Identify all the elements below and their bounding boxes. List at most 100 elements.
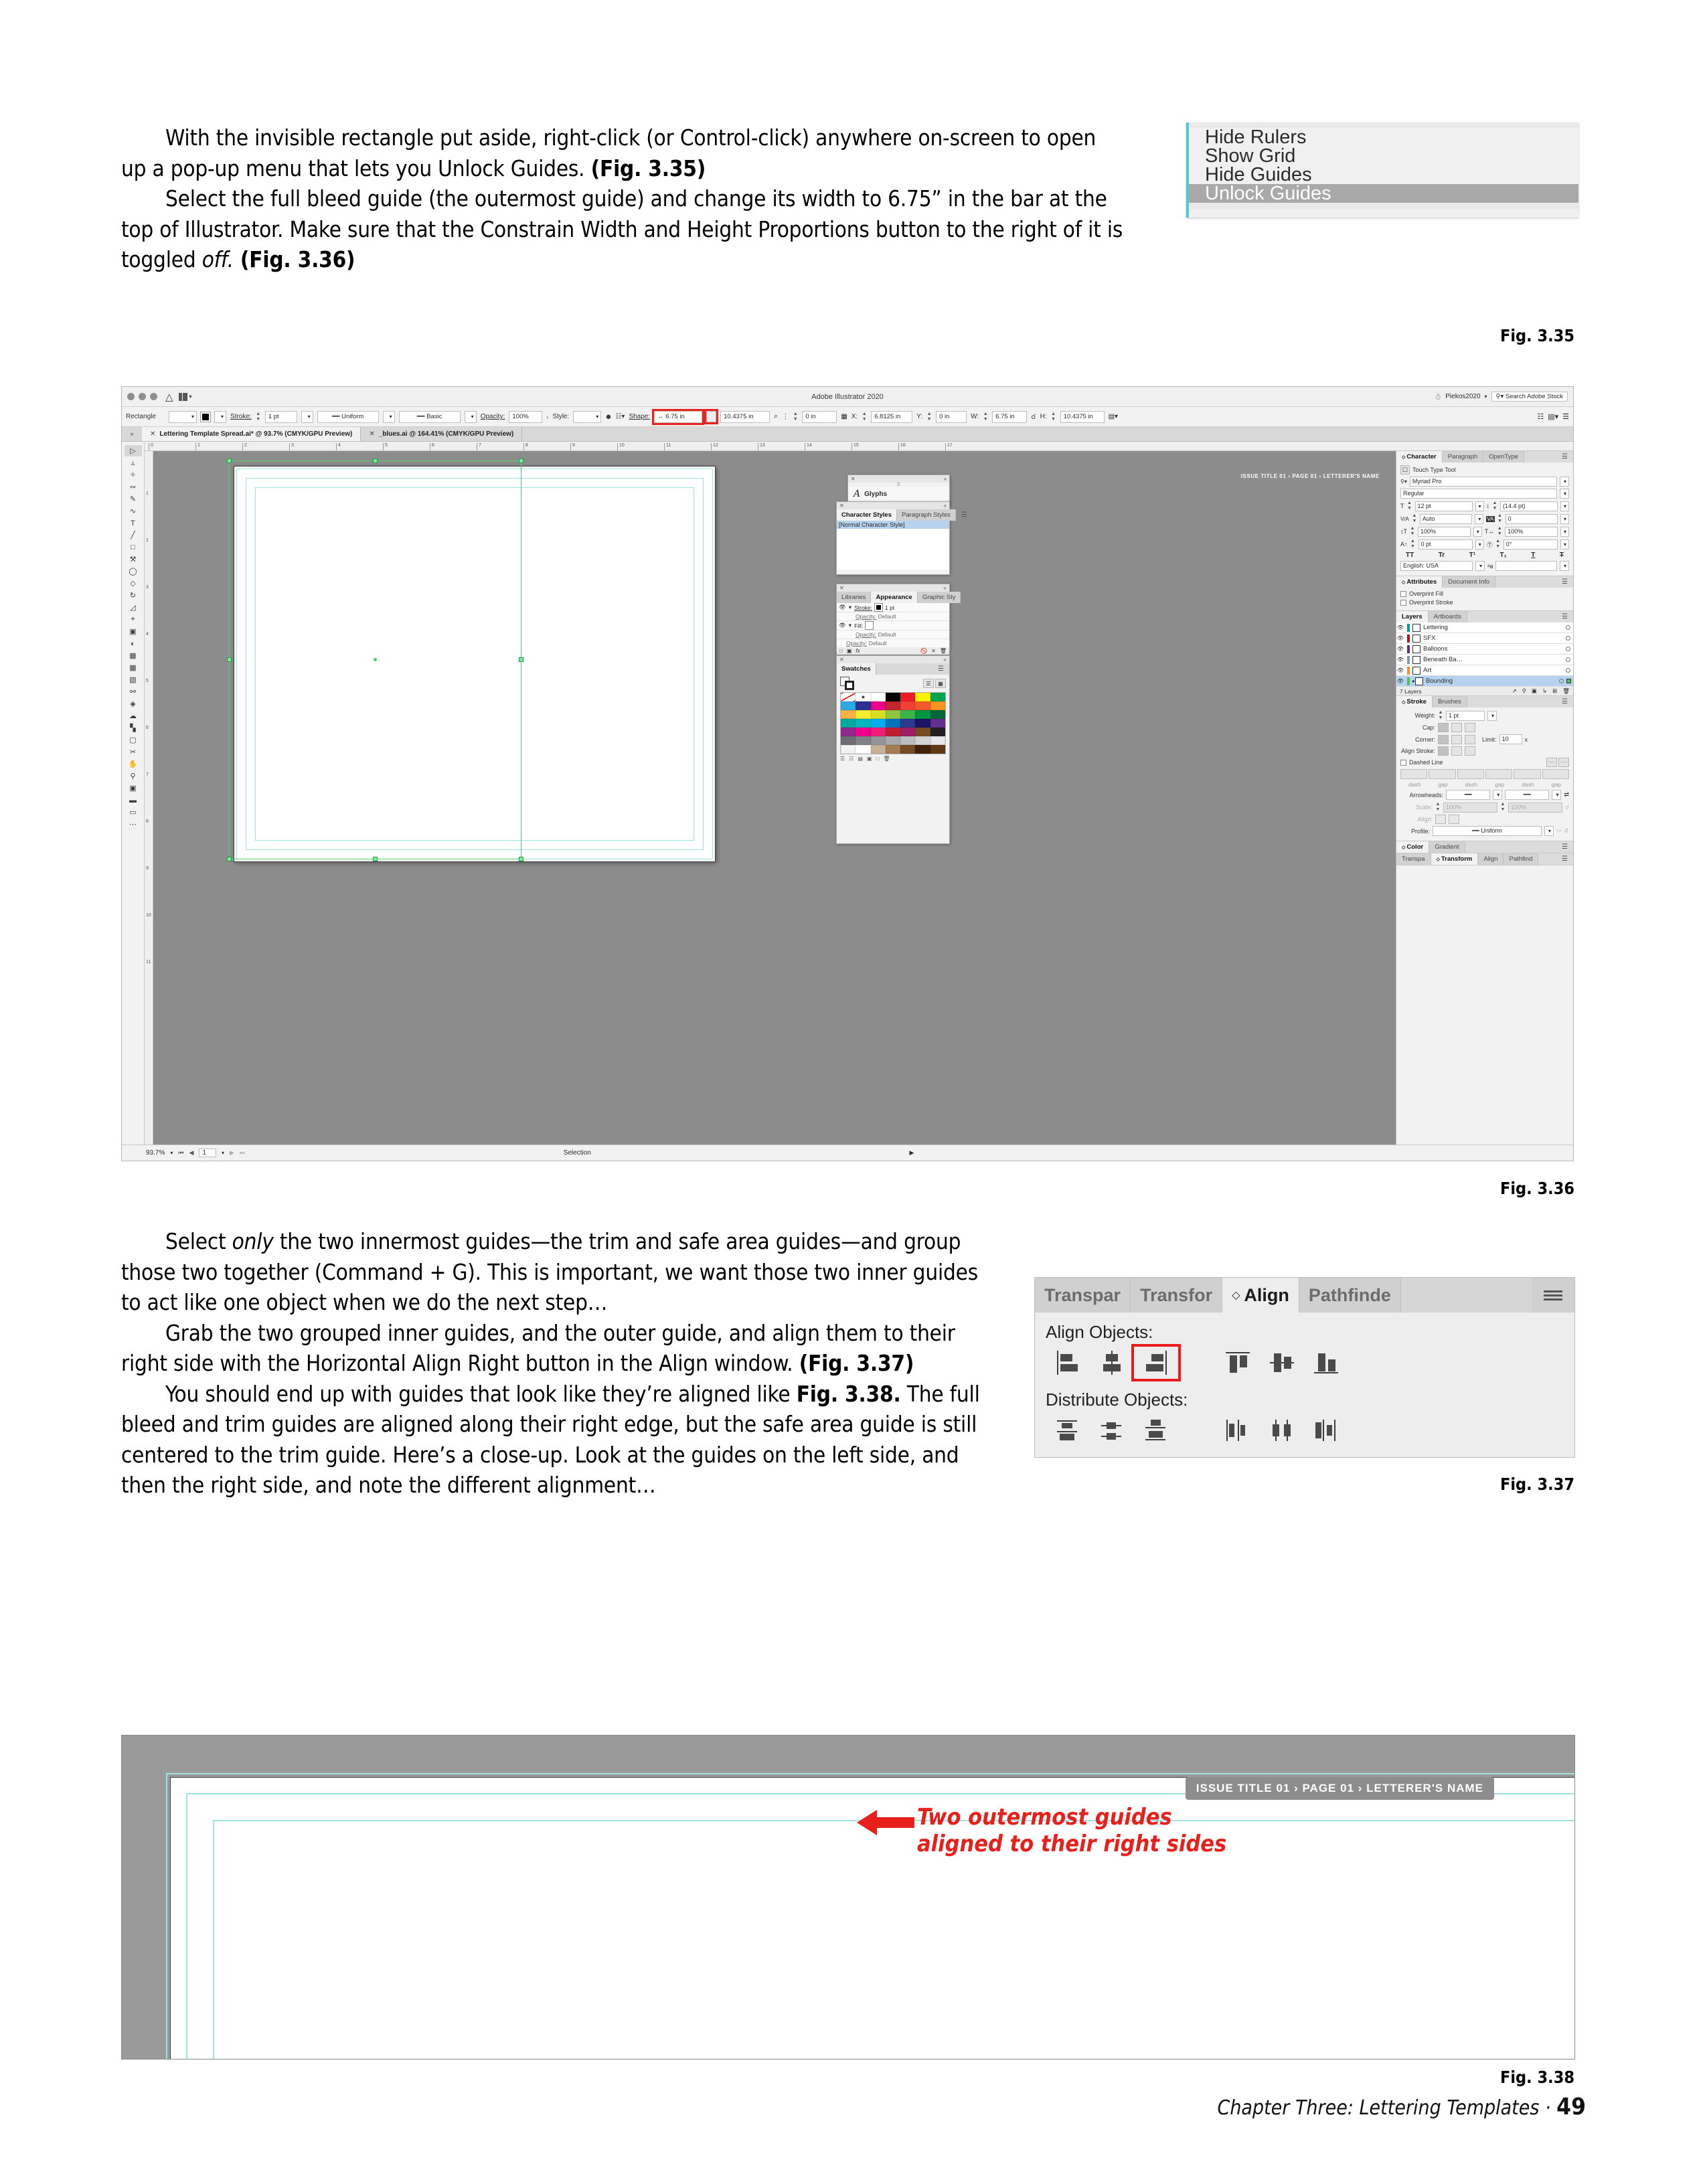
small-caps-button[interactable]: Tr — [1439, 552, 1445, 559]
close-icon[interactable]: ✕ — [150, 430, 155, 438]
blend-tool[interactable]: ◈ — [125, 698, 142, 709]
eye-icon[interactable]: 👁 — [839, 622, 846, 629]
stroke-color-swatch[interactable] — [874, 603, 884, 612]
symbol-sprayer-tool[interactable]: ☁ — [125, 710, 142, 722]
panel-menu-icon[interactable]: ☰ — [1556, 696, 1573, 707]
character-rotation-field[interactable]: 0° — [1503, 539, 1558, 550]
corner-radius-field[interactable]: 0 in — [802, 410, 837, 423]
stepper-icon[interactable]: ▲ ▼ — [1410, 526, 1415, 537]
horizontal-distribute-left-icon[interactable] — [1216, 1414, 1260, 1446]
style-select[interactable]: ▾ — [573, 410, 602, 423]
layers-footer[interactable]: 7 Layers ↗ ⚲ ▣ ↳ ⊞ 🗑 — [1396, 687, 1573, 695]
stepper-icon[interactable]: ▲ ▼ — [1051, 412, 1056, 422]
artboard-tool[interactable]: ▢ — [125, 734, 142, 746]
swatch-cell[interactable] — [856, 693, 871, 701]
stepper-icon[interactable]: ▲ ▼ — [862, 412, 867, 422]
eye-icon[interactable]: 👁 — [1396, 657, 1404, 663]
eye-icon[interactable]: 👁 — [839, 604, 846, 611]
tracking-field[interactable]: 0 — [1505, 513, 1558, 524]
round-join-icon[interactable] — [1451, 734, 1462, 744]
tab-graphic-styles[interactable]: Graphic Sty — [917, 592, 961, 603]
appearance-rows[interactable]: 👁 ▾ Stroke: 1 pt Opacity: Default 👁 ▾ Fill… — [837, 603, 949, 647]
context-menu-item-hide-guides[interactable]: Hide Guides — [1189, 165, 1578, 185]
preserve-dash-exact-icon[interactable]: ── — [1546, 758, 1557, 767]
close-icon[interactable]: ✕ — [839, 503, 844, 509]
glyphs-panel-row[interactable]: A Glyphs — [848, 487, 949, 501]
swatch-cell[interactable] — [856, 736, 871, 745]
stepper-icon[interactable]: ▲ ▼ — [1492, 501, 1497, 511]
transform-grid-icon[interactable]: ☷▾ — [615, 413, 625, 420]
tab-brushes[interactable]: Brushes — [1432, 696, 1467, 707]
vertical-align-top-icon[interactable] — [1216, 1347, 1260, 1379]
last-artboard-button[interactable]: ⏭ — [240, 1149, 245, 1157]
appearance-footer[interactable]: □ ▣ fx 🚫 ⨯ 🗑 — [837, 647, 949, 655]
rotate-tool[interactable]: ↻ — [125, 590, 142, 601]
swatch-cell[interactable] — [870, 693, 886, 701]
horizontal-scale-dropdown[interactable]: ▾ — [1560, 526, 1569, 537]
swatch-cell[interactable] — [841, 728, 856, 736]
stepper-icon[interactable]: ▲ ▼ — [1497, 513, 1503, 524]
layer-name[interactable]: Art — [1423, 667, 1431, 674]
swatch-cell[interactable] — [870, 710, 886, 719]
layer-name[interactable]: SFX — [1423, 635, 1435, 642]
resize-handle-top-center[interactable] — [372, 458, 378, 463]
curvature-tool[interactable]: ∿ — [125, 505, 142, 517]
transform-panel-tabs[interactable]: Transpa ◇ Transform Align Pathfind ☰ — [1396, 853, 1573, 865]
font-size-field[interactable]: 12 pt — [1414, 501, 1473, 511]
right-dock[interactable]: ◇ Character Paragraph OpenType ☰ ☐ Touch … — [1396, 451, 1573, 1145]
superscript-button[interactable]: T¹ — [1469, 552, 1475, 559]
swatch-cell[interactable] — [900, 728, 916, 736]
layer-row-bounding[interactable]: 👁 ▸ Bounding — [1396, 676, 1573, 687]
vertical-distribute-center-icon[interactable] — [1090, 1414, 1134, 1446]
size-leading-row[interactable]: T ▲ ▼ 12 pt ▾ ↕ ▲ ▼ (14.4 pt) ▾ — [1400, 501, 1569, 511]
color-mode-icon[interactable]: ▬ — [125, 794, 142, 806]
leading-field[interactable]: (14.4 pt) — [1500, 501, 1558, 511]
swatch-options-icon[interactable]: ▤ — [858, 756, 863, 762]
swatch-cell[interactable] — [856, 745, 871, 754]
transform-panel[interactable]: Transpa ◇ Transform Align Pathfind ☰ — [1396, 853, 1573, 865]
swatch-cell[interactable] — [885, 719, 901, 728]
swatch-cell[interactable] — [870, 719, 886, 728]
baseline-shift-field[interactable]: 0 pt — [1418, 539, 1473, 550]
chevron-down-icon[interactable]: ▾ — [222, 1150, 224, 1156]
clear-appearance-icon[interactable]: 🚫 — [920, 648, 927, 654]
add-effect-icon[interactable]: fx — [856, 648, 860, 654]
swatch-cell[interactable] — [841, 710, 856, 719]
eye-icon[interactable]: 👁 — [1396, 667, 1404, 673]
case-buttons-row[interactable]: TT Tr T¹ T₁ T T — [1400, 552, 1569, 559]
tab-transparency[interactable]: Transpar — [1035, 1278, 1131, 1313]
stroke-profile-dropdown[interactable]: ▾ — [382, 410, 395, 423]
swatch-cell[interactable] — [870, 745, 886, 754]
swatch-cell[interactable] — [856, 728, 871, 736]
character-styles-list[interactable]: [Normal Character Style] — [837, 521, 949, 570]
eye-icon[interactable]: 👁 — [1396, 635, 1404, 641]
stroke-color-swatch[interactable] — [200, 411, 211, 422]
close-icon[interactable]: ✕ — [839, 585, 844, 591]
swatch-cell[interactable] — [856, 710, 871, 719]
swatch-cell[interactable] — [930, 736, 945, 745]
tab-appearance[interactable]: Appearance — [871, 592, 918, 603]
next-artboard-button[interactable]: ▶ — [230, 1149, 234, 1157]
stepper-icon[interactable]: ▲ ▼ — [1438, 710, 1443, 721]
selection-tool[interactable]: ▷ — [124, 445, 142, 456]
tab-pathfinder[interactable]: Pathfind — [1503, 853, 1539, 865]
dash-field-3[interactable] — [1514, 769, 1541, 779]
language-dropdown[interactable]: ▾ — [1475, 561, 1485, 571]
stroke-panel[interactable]: ◇ Stroke Brushes ☰ Weight: ▲ ▼ 1 pt ▾ Cap: — [1396, 696, 1573, 841]
opacity-mask-icon[interactable]: ● — [605, 411, 611, 422]
artboard-number-field[interactable]: 1 — [199, 1149, 216, 1157]
tab-character-styles[interactable]: Character Styles — [837, 509, 897, 521]
add-new-stroke-icon[interactable]: ▣ — [847, 648, 852, 654]
opacity-field[interactable]: 100% — [509, 410, 543, 423]
vertical-scale-field[interactable]: 100% — [1418, 526, 1471, 537]
tab-paragraph[interactable]: Paragraph — [1442, 451, 1484, 463]
align-window[interactable]: Transpar Transfor ◇ Align Pathfinde Align… — [1034, 1277, 1575, 1458]
chevron-right-icon[interactable]: › — [546, 414, 548, 420]
swatch-cell[interactable] — [841, 736, 856, 745]
font-style-field[interactable]: Regular — [1400, 489, 1557, 499]
zoom-tool[interactable]: ⚲ — [125, 770, 142, 782]
swatch-cell[interactable] — [900, 745, 916, 754]
swatch-cell[interactable] — [841, 719, 856, 728]
stroke-corner-row[interactable]: Corner: Limit: 10 x — [1400, 734, 1569, 744]
tab-align[interactable]: Align — [1478, 853, 1504, 865]
